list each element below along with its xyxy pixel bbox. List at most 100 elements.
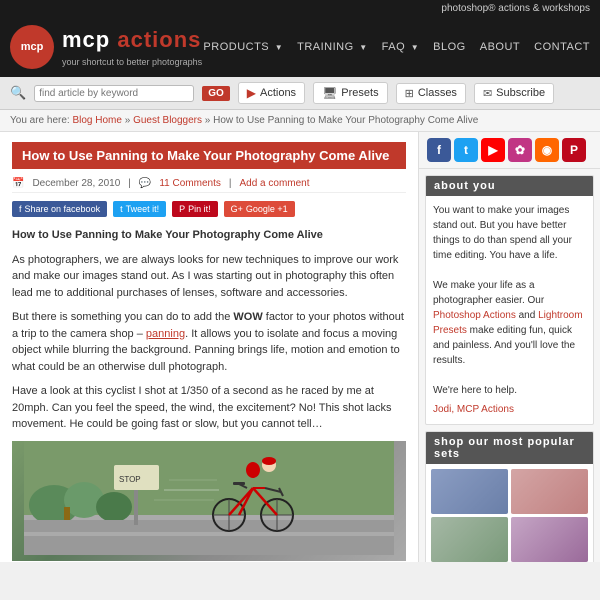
content-wrap: How to Use Panning to Make Your Photogra… (0, 132, 600, 562)
shop-image-2 (511, 469, 588, 514)
article-para1: As photographers, we are always looks fo… (12, 252, 406, 302)
search-icon: 🔍 (10, 85, 26, 101)
about-text1: You want to make your images stand out. … (433, 203, 586, 263)
about-text3: We're here to help. (433, 383, 586, 398)
sidebar-rss-icon[interactable]: ◉ (535, 138, 559, 162)
pin-label: Pin it! (188, 204, 211, 214)
top-bar-label: photoshop® actions & workshops (441, 3, 590, 14)
social-icons-bar: f t ▶ ✿ ◉ P (419, 132, 600, 169)
cyclist-svg: STOP (18, 441, 400, 555)
logo-info: mcp actions your shortcut to better phot… (54, 27, 202, 67)
classes-button[interactable]: ⊞ Classes (396, 83, 466, 104)
shop-grid (426, 464, 593, 562)
presets-label: Presets (341, 87, 378, 99)
nav-about[interactable]: ABOUT (480, 41, 520, 53)
photoshop-actions-link[interactable]: Photoshop Actions (433, 310, 516, 321)
shop-image-3 (431, 517, 508, 562)
article-date: December 28, 2010 (32, 178, 120, 189)
panning-link[interactable]: panning (146, 328, 185, 340)
pinterest-icon: P (179, 204, 185, 214)
go-button[interactable]: GO (202, 86, 230, 101)
sidebar-youtube-icon[interactable]: ▶ (481, 138, 505, 162)
top-bar: photoshop® actions & workshops (0, 0, 600, 17)
breadcrumb-prefix: You are here: (10, 115, 72, 126)
article-meta: 📅 December 28, 2010 | 💬 11 Comments | Ad… (12, 175, 406, 193)
shop-section-title: shop our most popular sets (426, 432, 593, 464)
nav-blog[interactable]: BLOG (433, 41, 466, 53)
wow-text: WOW (233, 311, 262, 323)
main-nav: PRODUCTS ▼ TRAINING ▼ FAQ ▼ BLOG ABOUT C… (203, 41, 590, 53)
toolbar: 🔍 GO ▶ Actions 🖥 Presets ⊞ Classes ✉ Sub… (0, 77, 600, 110)
breadcrumb-guest-bloggers[interactable]: Guest Bloggers (133, 115, 202, 126)
subscribe-label: Subscribe (496, 87, 545, 99)
breadcrumb-blog-home[interactable]: Blog Home (72, 115, 121, 126)
subscribe-button[interactable]: ✉ Subscribe (474, 83, 554, 104)
play-icon: ▶ (247, 86, 256, 100)
article-body: How to Use Panning to Make Your Photogra… (12, 227, 406, 433)
sidebar-about-section: about you You want to make your images s… (425, 175, 594, 425)
search-wrap (34, 85, 194, 102)
search-input[interactable] (39, 88, 189, 99)
author-name: Jodi, MCP Actions (433, 402, 586, 417)
fb-label: Share on facebook (25, 204, 101, 214)
facebook-share-button[interactable]: f Share on facebook (12, 201, 107, 217)
about-section-body: You want to make your images stand out. … (426, 196, 593, 424)
article-title: How to Use Panning to Make Your Photogra… (22, 148, 389, 163)
about-section-title: about you (426, 176, 593, 196)
nav-training[interactable]: TRAINING ▼ (297, 41, 368, 53)
presets-button[interactable]: 🖥 Presets (313, 82, 388, 104)
shop-image-4 (511, 517, 588, 562)
actions-button[interactable]: ▶ Actions (238, 82, 305, 104)
svg-text:STOP: STOP (119, 475, 141, 484)
social-bar: f Share on facebook t Tweet it! P Pin it… (12, 201, 406, 217)
calendar-icon: 📅 (12, 178, 24, 189)
article-photo: STOP (12, 441, 406, 561)
about-text2: We make your life as a photographer easi… (433, 278, 586, 368)
article-title-bar: How to Use Panning to Make Your Photogra… (12, 142, 406, 169)
main-content: How to Use Panning to Make Your Photogra… (0, 132, 418, 562)
logo-subtitle: your shortcut to better photographs (62, 57, 202, 67)
header: mcp mcp actions your shortcut to better … (0, 17, 600, 77)
sidebar-shop-section: shop our most popular sets → Shop MCP (425, 431, 594, 562)
gplus-icon: G+ (231, 204, 243, 214)
sidebar: f t ▶ ✿ ◉ P about you You want to make y… (418, 132, 600, 562)
breadcrumb-sep2: » (205, 115, 213, 126)
article-image: STOP (12, 441, 406, 561)
logo-name-accent: actions (117, 27, 201, 52)
logo-name: mcp actions (62, 27, 201, 53)
comment-bubble-icon: 💬 (139, 178, 151, 189)
breadcrumb-sep1: » (125, 115, 133, 126)
twitter-icon: t (120, 204, 123, 214)
nav-contact[interactable]: CONTACT (534, 41, 590, 53)
comments-link[interactable]: 11 Comments (159, 178, 221, 189)
nav-products[interactable]: PRODUCTS ▼ (203, 41, 283, 53)
sidebar-pinterest-icon[interactable]: P (562, 138, 586, 162)
fb-icon: f (19, 204, 22, 214)
twitter-share-button[interactable]: t Tweet it! (113, 201, 166, 217)
sidebar-facebook-icon[interactable]: f (427, 138, 451, 162)
meta-sep: | (128, 178, 131, 189)
mail-icon: ✉ (483, 87, 492, 100)
grid-icon: ⊞ (405, 87, 414, 100)
meta-sep2: | (229, 178, 232, 189)
pinterest-share-button[interactable]: P Pin it! (172, 201, 218, 217)
breadcrumb: You are here: Blog Home » Guest Bloggers… (0, 110, 600, 132)
logo-circle: mcp (10, 25, 54, 69)
gp-label: Google +1 (246, 204, 288, 214)
actions-label: Actions (260, 87, 296, 99)
monitor-icon: 🖥 (322, 86, 337, 100)
nav-faq[interactable]: FAQ ▼ (382, 41, 419, 53)
shop-image-1 (431, 469, 508, 514)
breadcrumb-current: How to Use Panning to Make Your Photogra… (213, 115, 478, 126)
article-heading: How to Use Panning to Make Your Photogra… (12, 227, 406, 244)
tw-label: Tweet it! (126, 204, 160, 214)
googleplus-share-button[interactable]: G+ Google +1 (224, 201, 295, 217)
article-para3: Have a look at this cyclist I shot at 1/… (12, 383, 406, 433)
classes-label: Classes (418, 87, 457, 99)
logo-block: mcp mcp actions your shortcut to better … (10, 25, 202, 69)
logo-letters: mcp (21, 40, 44, 54)
sidebar-instagram-icon[interactable]: ✿ (508, 138, 532, 162)
article-para2: But there is something you can do to add… (12, 309, 406, 375)
sidebar-twitter-icon[interactable]: t (454, 138, 478, 162)
add-comment-link[interactable]: Add a comment (239, 178, 309, 189)
